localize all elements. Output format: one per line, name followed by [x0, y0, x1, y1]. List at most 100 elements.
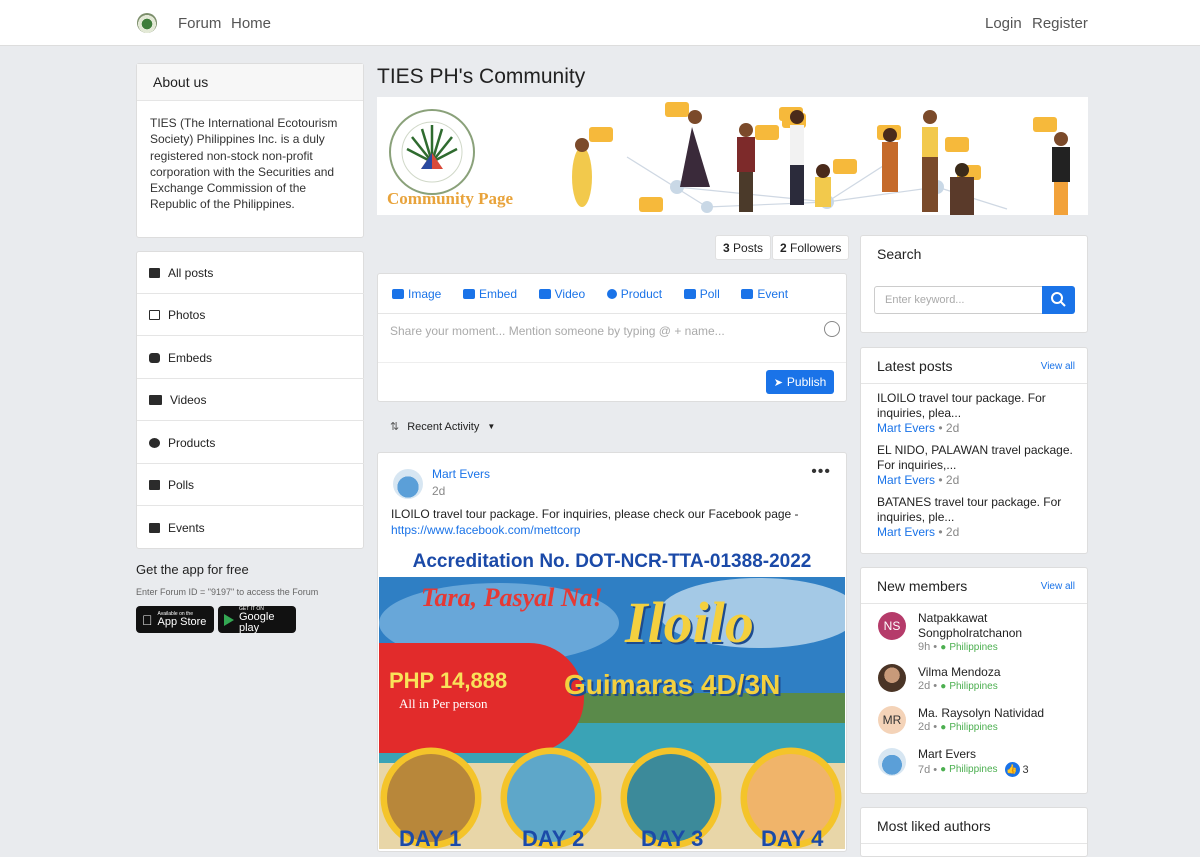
login-link[interactable]: Login [985, 15, 1022, 32]
menu-label: Videos [170, 392, 207, 407]
most-liked-authors-title: Most liked authors [861, 808, 1087, 844]
menu-photos[interactable]: Photos [137, 294, 364, 336]
search-button[interactable] [1042, 286, 1075, 314]
latest-item-time: 2d [945, 421, 960, 435]
post-body: ILOILO travel tour package. For inquirie… [391, 507, 799, 521]
about-card: About us TIES (The International Ecotour… [136, 63, 364, 238]
search-input[interactable]: Enter keyword... [874, 286, 1044, 314]
banner-caption: Community Page [387, 189, 514, 208]
tab-event[interactable]: Event [741, 287, 788, 301]
top-navbar: Forum Home Login Register [0, 0, 1200, 46]
calendar-icon [741, 289, 754, 299]
publish-button[interactable]: ➤ Publish [766, 370, 834, 394]
menu-all-posts[interactable]: All posts [137, 252, 364, 294]
location-icon: ● [940, 642, 947, 653]
menu-label: Polls [168, 477, 195, 492]
search-card: Search Enter keyword... [860, 235, 1088, 333]
sort-dropdown[interactable]: ⇅ Recent Activity ▼ [390, 420, 496, 434]
latest-item-author[interactable]: Mart Evers [877, 421, 935, 435]
search-title: Search [877, 246, 922, 262]
members-view-all-link[interactable]: View all [1041, 581, 1075, 592]
tab-image[interactable]: Image [392, 287, 441, 301]
latest-item[interactable]: EL NIDO, PALAWAN travel package. For inq… [877, 443, 1077, 487]
youtube-icon [149, 352, 160, 363]
promo-tagline: Tara, Pasyal Na! [421, 583, 603, 612]
location-icon: ● [940, 681, 947, 692]
latest-item[interactable]: BATANES travel tour package. For inquiri… [877, 495, 1077, 539]
menu-events[interactable]: Events [137, 507, 364, 549]
member-time: 7d [918, 763, 931, 776]
promo-day-4: DAY 4 [761, 826, 824, 849]
menu-label: Events [168, 521, 205, 535]
latest-item-title: BATANES travel tour package. For inquiri… [877, 495, 1062, 524]
posts-count[interactable]: 3 Posts [715, 235, 772, 260]
latest-posts-card: Latest posts View all ILOILO travel tour… [860, 347, 1088, 554]
latest-posts-title: Latest posts [877, 358, 953, 374]
latest-item-time: 2d [945, 473, 960, 487]
tab-video[interactable]: Video [538, 287, 585, 301]
product-icon [606, 289, 617, 299]
location-icon: ● [940, 722, 947, 733]
member-avatar[interactable]: MR [878, 706, 906, 734]
post-link[interactable]: https://www.facebook.com/mettcorp [391, 523, 580, 537]
promo-price-note: All in Per person [399, 696, 488, 711]
community-banner: Community Page [377, 97, 1088, 215]
folder-icon [149, 267, 160, 278]
latest-item-title: ILOILO travel tour package. For inquirie… [877, 391, 1046, 420]
member-name[interactable]: Mart Evers [918, 747, 1083, 762]
publish-label: Publish [786, 375, 827, 389]
menu-embeds[interactable]: Embeds [137, 337, 364, 379]
member-avatar[interactable]: NS [878, 612, 906, 640]
member-country: Philippines [949, 764, 998, 775]
more-options-icon[interactable]: ••• [811, 463, 831, 481]
menu-polls[interactable]: Polls [137, 464, 364, 506]
google-play-button[interactable]: GET IT ON Google play [218, 606, 296, 633]
post-image[interactable]: Accreditation No. DOT-NCR-TTA-01388-2022… [379, 543, 845, 849]
post-composer: Image Embed Video Product Poll Event Sha… [377, 273, 847, 402]
sort-icon: ⇅ [390, 421, 400, 433]
apple-icon:  [142, 612, 153, 628]
play-icon [224, 613, 234, 626]
register-link[interactable]: Register [1032, 15, 1088, 32]
post-author[interactable]: Mart Evers [432, 467, 490, 481]
author-avatar[interactable] [393, 469, 423, 499]
product-icon [149, 437, 160, 448]
member-avatar[interactable] [878, 748, 906, 776]
followers-count[interactable]: 2 Followers [772, 235, 850, 260]
promo-day-3: DAY 3 [641, 826, 704, 849]
tab-label: Image [408, 287, 442, 301]
latest-item-author[interactable]: Mart Evers [877, 473, 935, 487]
menu-label: All posts [168, 265, 214, 280]
poll-icon [149, 479, 160, 490]
menu-label: Products [168, 435, 216, 450]
latest-item-author[interactable]: Mart Evers [877, 525, 935, 539]
composer-input[interactable]: Share your moment... Mention someone by … [390, 324, 725, 338]
promo-destination: Iloilo [625, 590, 754, 655]
member-name[interactable]: Ma. Raysolyn Natividad [918, 706, 1078, 721]
emoji-icon[interactable] [824, 321, 840, 337]
post-text: ILOILO travel tour package. For inquirie… [391, 506, 831, 538]
member-avatar[interactable] [878, 664, 906, 692]
menu-label: Embeds [168, 350, 213, 365]
tab-embed[interactable]: Embed [462, 287, 517, 301]
about-text: TIES (The International Ecotourism Socie… [150, 116, 338, 212]
site-logo[interactable] [137, 13, 157, 33]
tab-poll[interactable]: Poll [683, 287, 720, 301]
nav-home-link[interactable]: Home [231, 15, 271, 32]
member-name[interactable]: Natpakkawat Songpholratchanon [918, 611, 1078, 641]
new-members-header: New members View all [861, 568, 1087, 604]
menu-videos[interactable]: Videos [137, 379, 364, 421]
tab-product[interactable]: Product [606, 287, 663, 301]
member-name[interactable]: Vilma Mendoza [918, 665, 1078, 680]
member-likes: 3 [1022, 763, 1029, 776]
tab-label: Product [620, 287, 663, 301]
about-title: About us [137, 64, 363, 101]
caret-down-icon: ▼ [487, 422, 496, 431]
nav-forum-link[interactable]: Forum [178, 15, 221, 32]
search-icon [1051, 292, 1066, 307]
thumbs-up-icon: 👍 [1004, 762, 1020, 777]
latest-view-all-link[interactable]: View all [1041, 361, 1075, 372]
app-store-button[interactable]:  Available on theApp Store [136, 606, 214, 633]
menu-products[interactable]: Products [137, 422, 364, 464]
latest-item[interactable]: ILOILO travel tour package. For inquirie… [877, 391, 1077, 435]
